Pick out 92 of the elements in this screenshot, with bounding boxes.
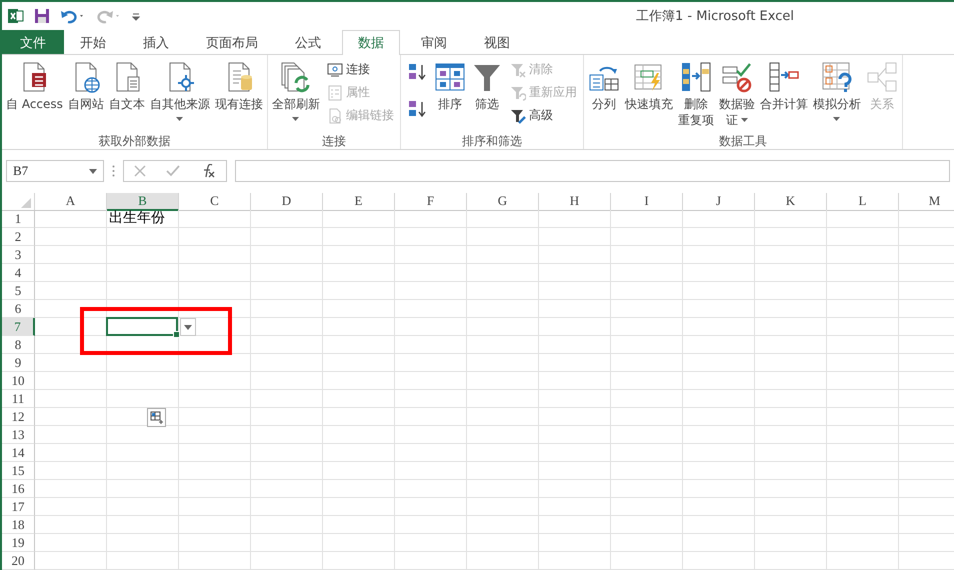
sheet-grid[interactable]: 出生年份 [35,210,954,570]
row-header[interactable]: 3 [2,246,35,264]
column-header[interactable]: M [899,193,954,211]
ribbon-small-button[interactable]: 连接 [324,59,396,80]
ribbon-tab[interactable]: 插入 [127,30,185,54]
clear-filter-icon [510,62,526,78]
row-header[interactable]: 8 [2,336,35,354]
ribbon-button[interactable]: 快速填充 [622,59,675,133]
row-header[interactable]: 12 [2,408,35,426]
quick-analysis-icon [150,410,164,424]
ribbon-button[interactable]: 模拟分析 [810,59,863,133]
customize-toolbar-icon[interactable] [132,11,140,21]
ribbon-tab[interactable]: 公式 [279,30,337,54]
row-header[interactable]: 18 [2,516,35,534]
sort-descending-icon [406,100,427,118]
window-title: 工作簿1 - Microsoft Excel [636,8,794,25]
save-icon[interactable] [34,8,50,24]
row-header[interactable]: 10 [2,372,35,390]
column-header[interactable]: H [539,193,611,211]
row-header[interactable]: 16 [2,480,35,498]
remove-duplicates-icon [680,61,712,93]
quick-analysis-button[interactable] [147,408,166,427]
row-header[interactable]: 14 [2,444,35,462]
validation-icon [720,61,753,93]
ribbon-button[interactable]: 现有连接 [212,59,265,133]
drag-handle-icon[interactable] [112,165,115,177]
what-if-analysis-icon [820,61,853,93]
ribbon-button[interactable]: 删除 重复项 [676,59,716,133]
formula-input[interactable] [235,160,950,182]
row-header[interactable]: 20 [2,552,35,570]
refresh-documents-icon [280,61,312,93]
ribbon-button[interactable]: 自 Access [4,59,65,133]
row-header[interactable]: 17 [2,498,35,516]
advanced-filter-icon [510,108,526,124]
ribbon-button[interactable]: 自网站 [66,59,106,133]
cell-text: 出生年份 [109,210,165,227]
column-header[interactable]: B [107,193,179,211]
ribbon-button[interactable]: 自文本 [106,59,147,133]
column-header[interactable]: K [755,193,827,211]
active-cell[interactable] [106,317,178,336]
ribbon-button[interactable]: 排序 [432,59,468,133]
relationships-icon [866,61,898,93]
connection-icon [326,62,343,78]
row-header[interactable]: 1 [2,210,35,228]
ribbon-tab[interactable]: 审阅 [405,30,463,54]
column-header[interactable]: F [395,193,467,211]
link-document-icon [326,108,343,124]
row-header[interactable]: 4 [2,264,35,282]
consolidate-icon [768,61,800,93]
check-icon[interactable] [166,165,180,177]
caret-icon [184,324,192,330]
properties-icon [326,84,343,100]
column-header[interactable]: C [179,193,251,211]
column-header[interactable]: I [611,193,683,211]
row-header[interactable]: 7 [2,318,35,336]
ribbon-button[interactable]: 数据验 证 [716,59,757,133]
row-header[interactable]: 2 [2,228,35,246]
ribbon-tab[interactable]: 页面布局 [190,30,274,54]
row-header[interactable]: 9 [2,354,35,372]
row-header[interactable]: 19 [2,534,35,552]
ribbon-button[interactable]: 筛选 [468,59,505,133]
ribbon-tab[interactable]: 视图 [468,30,526,54]
group-label: 连接 [320,133,347,149]
caret-icon [89,168,97,174]
column-header[interactable]: D [251,193,323,211]
ribbon-button[interactable]: 自其他来源 [148,59,212,133]
group-label: 排序和筛选 [460,133,523,149]
group-label: 获取外部数据 [97,133,172,149]
reapply-filter-icon [510,84,526,100]
excel-logo-icon [8,8,24,24]
column-header[interactable]: G [467,193,539,211]
sort-ascending-icon [406,63,427,81]
ribbon-button[interactable]: 分列 [586,59,622,133]
column-header[interactable]: E [323,193,395,211]
ribbon-button[interactable]: 全部刷新 [270,59,322,133]
row-header[interactable]: 5 [2,282,35,300]
row-header[interactable]: 15 [2,462,35,480]
column-header[interactable]: J [683,193,755,211]
ribbon-small-button[interactable]: 高级 [508,105,579,126]
undo-icon[interactable] [60,8,86,24]
dropdown-button[interactable] [180,318,196,336]
ribbon-tab[interactable]: 文件 [2,30,64,54]
corner-triangle-icon [21,198,31,208]
column-header[interactable]: L [827,193,899,211]
name-box[interactable]: B7 [6,160,104,182]
ribbon-button[interactable]: 合并计算 [758,59,810,133]
row-header[interactable]: 13 [2,426,35,444]
ribbon-tab[interactable]: 数据 [342,30,400,55]
sort-grid-icon [434,61,466,93]
group-label: 数据工具 [718,133,768,149]
ribbon-tab[interactable]: 开始 [64,30,122,54]
row-header[interactable]: 11 [2,390,35,408]
